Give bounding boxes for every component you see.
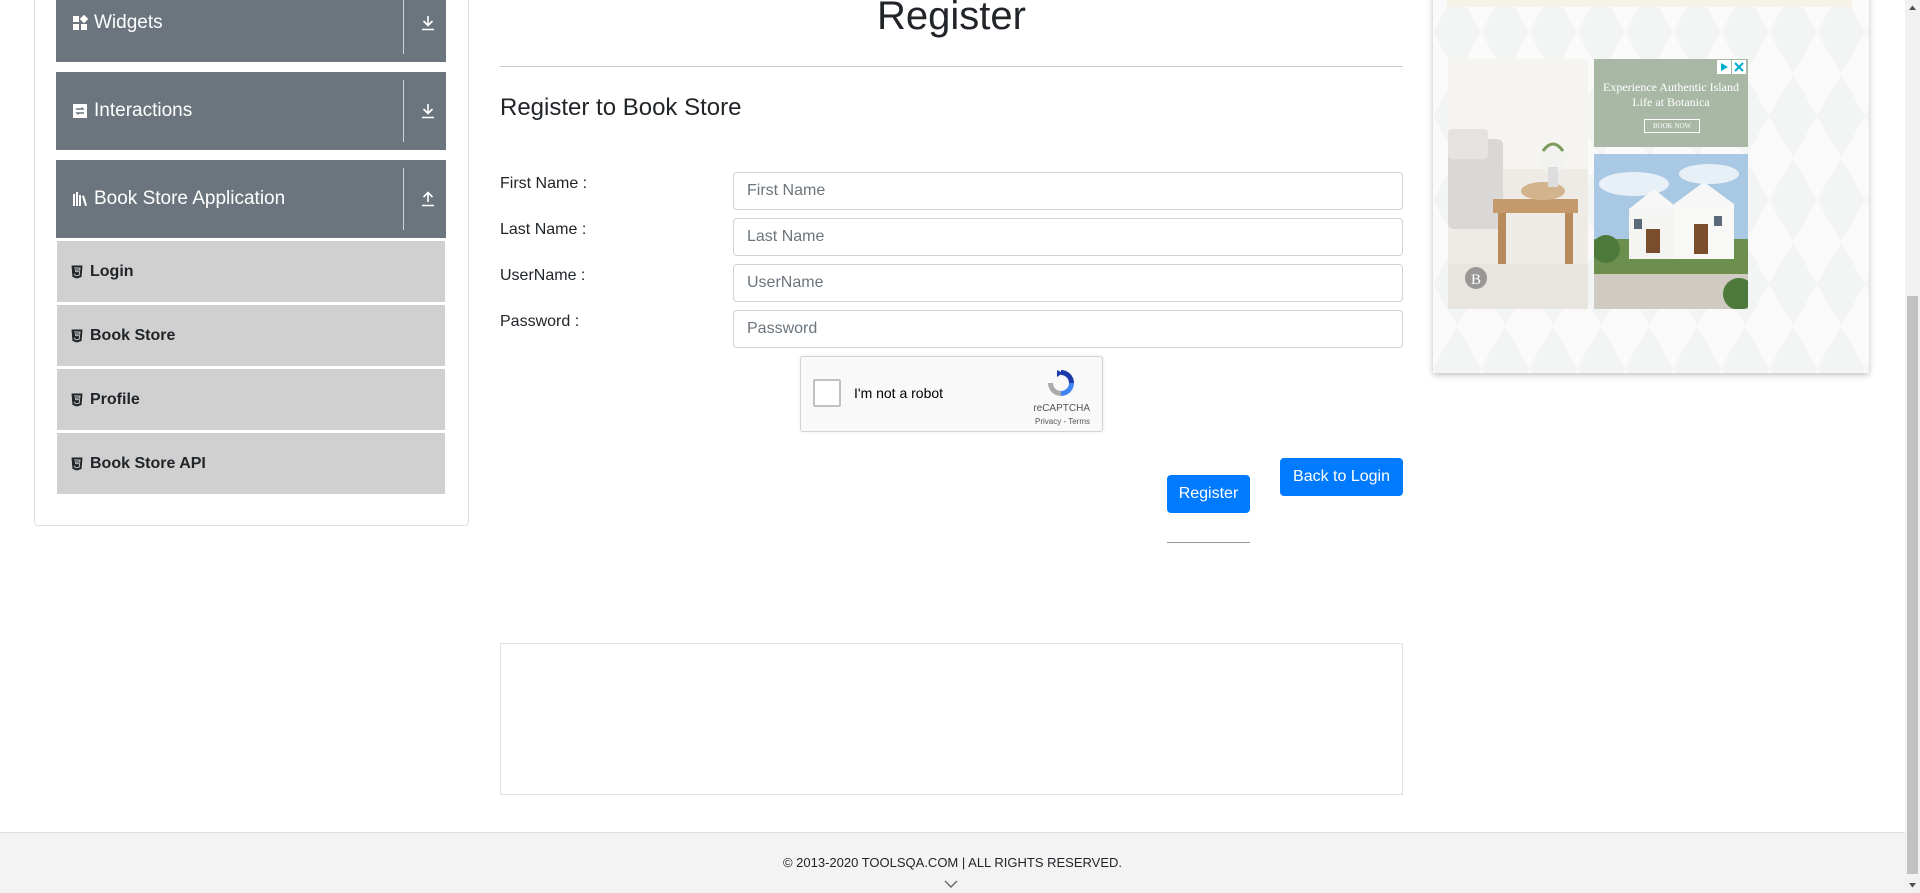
last-name-input[interactable]: [733, 218, 1403, 256]
last-name-label: Last Name :: [500, 221, 587, 238]
group-label: Book Store Application: [94, 188, 286, 209]
download-arrow-icon: [422, 16, 434, 31]
divider: [403, 0, 404, 54]
footer: © 2013-2020 TOOLSQA.COM | ALL RIGHTS RES…: [0, 832, 1905, 893]
sidebar-item-profile[interactable]: Profile: [57, 369, 445, 430]
scrollbar-thumb[interactable]: [1907, 296, 1918, 874]
ad-image-house[interactable]: [1594, 154, 1748, 309]
download-arrow-icon: [422, 104, 434, 119]
divider: [403, 80, 404, 142]
group-header-book-store-application[interactable]: Book Store Application: [56, 160, 446, 238]
sidebar-item-login[interactable]: Login: [57, 241, 445, 302]
sidebar-item-label: Login: [90, 262, 134, 280]
recaptcha-brand: reCAPTCHA: [1033, 403, 1090, 414]
back-to-login-button[interactable]: Back to Login: [1280, 458, 1403, 496]
html5-icon: [71, 329, 83, 342]
html5-icon: [71, 265, 83, 278]
first-name-label: First Name :: [500, 175, 588, 192]
ad-badge: B: [1471, 272, 1481, 288]
html5-icon: [71, 457, 83, 470]
scroll-down-arrow-icon[interactable]: [1905, 878, 1920, 893]
ad-cta-button[interactable]: BOOK NOW: [1644, 119, 1700, 133]
ad-top-strip: [1447, 0, 1852, 7]
ad-choices-icon[interactable]: [1717, 60, 1747, 76]
interactions-icon: [73, 104, 87, 118]
output-box: [500, 643, 1403, 795]
sidebar-item-book-store[interactable]: Book Store: [57, 305, 445, 366]
upload-arrow-icon: [422, 191, 434, 207]
books-icon: [73, 192, 87, 206]
password-input[interactable]: [733, 310, 1403, 348]
scroll-up-arrow-icon[interactable]: [1905, 0, 1920, 15]
sidebar-item-label: Book Store: [90, 326, 176, 344]
html5-icon: [71, 393, 83, 406]
recaptcha-logo-icon: [1048, 370, 1074, 396]
ad-house-photo: [1594, 154, 1748, 309]
recaptcha-label: I'm not a robot: [854, 385, 944, 401]
page-title: Register: [877, 0, 1026, 38]
ad-interior-photo: B: [1448, 59, 1588, 309]
password-label: Password :: [500, 313, 580, 330]
divider: [403, 168, 404, 230]
recaptcha-widget: I'm not a robot reCAPTCHA Privacy - Term…: [800, 356, 1103, 432]
footer-copyright: © 2013-2020 TOOLSQA.COM | ALL RIGHTS RES…: [782, 855, 1123, 870]
ad-image-interior[interactable]: B: [1448, 59, 1588, 309]
group-header-interactions[interactable]: Interactions: [56, 72, 446, 150]
group-label: Interactions: [94, 100, 193, 121]
chevron-down-icon[interactable]: [944, 879, 958, 889]
register-underline: [1167, 542, 1250, 543]
username-label: UserName :: [500, 267, 586, 284]
ad-headline: Experience Authentic Island Life at Bota…: [1603, 80, 1739, 109]
group-header-widgets[interactable]: Widgets: [56, 0, 446, 62]
recaptcha-links[interactable]: Privacy - Terms: [1035, 417, 1090, 426]
first-name-input[interactable]: [733, 172, 1403, 210]
recaptcha-checkbox[interactable]: [813, 379, 841, 407]
header-divider: [500, 66, 1403, 67]
sidebar-item-label: Book Store API: [90, 454, 206, 472]
group-label: Widgets: [94, 12, 163, 33]
widgets-grid-icon: [73, 15, 88, 30]
sidebar-item-label: Profile: [90, 390, 140, 408]
form-title: Register to Book Store: [500, 94, 742, 121]
sidebar-item-book-store-api[interactable]: Book Store API: [57, 433, 445, 494]
register-button[interactable]: Register: [1167, 475, 1250, 513]
username-input[interactable]: [733, 264, 1403, 302]
